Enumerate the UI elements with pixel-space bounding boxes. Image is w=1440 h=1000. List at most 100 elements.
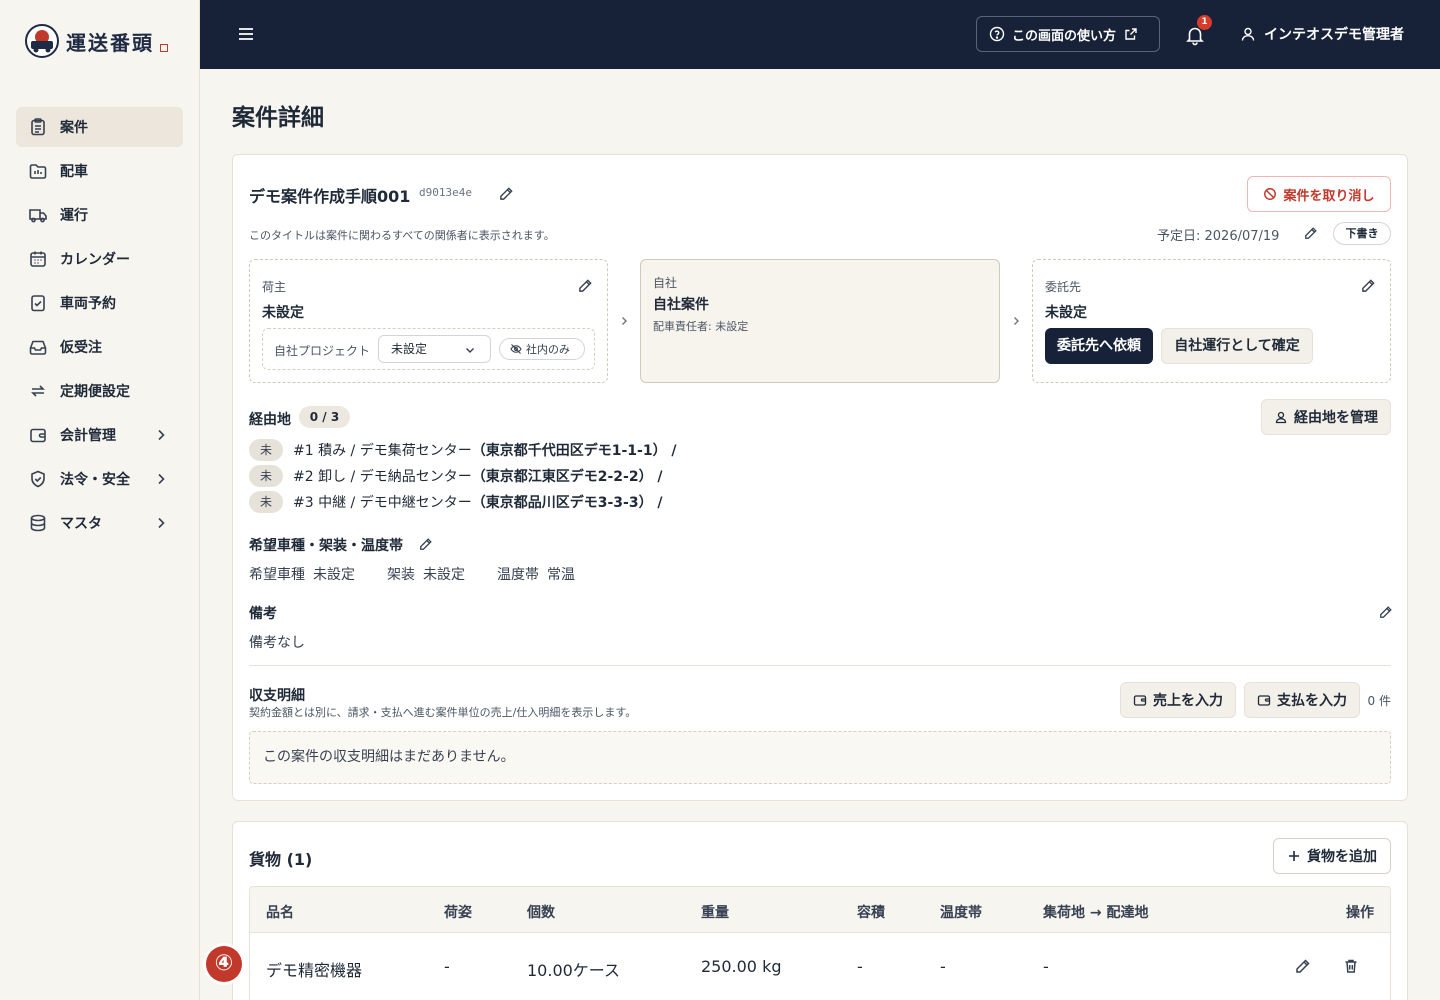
sidebar-item-dispatch[interactable]: 配車 [16,151,183,191]
cancel-case-label: 案件を取り消し [1283,188,1375,204]
vehicle-type-value: 未設定 [313,567,355,583]
sidebar-item-label: マスタ [60,516,102,532]
via-stop[interactable]: 未 #1 積み / デモ集荷センター （東京都千代田区デモ1-1-1） / [249,439,677,461]
user-menu[interactable]: インテオスデモ管理者 [1240,24,1404,44]
manage-via-label: 経由地を管理 [1294,410,1378,426]
sidebar-item-label: 定期便設定 [60,384,130,400]
scheduled-date: 予定日: 2026/07/19 [1157,229,1280,244]
cargo-weight: 250.00 kg [701,957,782,976]
pencil-icon[interactable] [1304,226,1318,240]
pencil-icon[interactable] [1295,958,1311,974]
column-header: 操作 [1346,905,1374,921]
manage-via-button[interactable]: 経由地を管理 [1261,399,1391,435]
cargo-route: - [1043,957,1049,976]
stop-text: #3 中継 / デモ中継センター [293,495,472,511]
chevron-right-icon [622,317,627,325]
shipper-value: 未設定 [262,305,304,321]
status-badge: 下書き [1333,222,1391,245]
case-id: d9013e4e [419,186,472,199]
sidebar-item-label: 法令・安全 [60,472,130,488]
wallet-icon [1257,695,1271,706]
shield-check-icon [31,470,45,488]
temperature-value: 常温 [547,567,575,583]
step-marker: ④ [206,946,242,982]
cancel-case-button[interactable]: 案件を取り消し [1247,176,1391,212]
stop-status-badge: 未 [249,465,283,487]
wallet-icon [1133,695,1147,706]
user-icon [1241,27,1255,41]
stop-text: #2 卸し / デモ納品センター [293,469,472,485]
enter-payment-button[interactable]: 支払を入力 [1244,682,1360,718]
finance-count: 0 件 [1367,694,1391,708]
column-header: 容積 [857,905,885,921]
wallet-icon [30,428,46,443]
location-user-icon [1275,411,1287,424]
app-logo[interactable]: 運送番頭 [24,22,168,60]
sidebar-item-operation[interactable]: 運行 [16,195,183,235]
hamburger-menu-icon[interactable] [236,24,256,44]
finance-title: 収支明細 [249,688,305,704]
cargo-volume: - [857,957,863,976]
cargo-table: 品名 荷姿 個数 重量 容積 温度帯 集荷地 → 配達地 操作 デモ精密機器 -… [249,886,1391,1000]
chevron-right-icon [158,473,165,485]
truck-icon [29,209,47,223]
sidebar-item-compliance[interactable]: 法令・安全 [16,459,183,499]
column-header: 荷姿 [444,905,472,921]
column-header: 個数 [527,905,555,921]
pencil-icon[interactable] [1379,605,1393,619]
own-label: 自社 [653,276,678,290]
sidebar-nav: 案件 配車 運行 カレンダー 車両予約 仮受注 定期便設定 会計管理 法令・安全… [16,107,183,547]
eye-off-icon [510,344,522,354]
table-header: 品名 荷姿 個数 重量 容積 温度帯 集荷地 → 配達地 操作 [250,887,1390,933]
confirm-self-operation-button[interactable]: 自社運行として確定 [1161,328,1313,364]
sidebar-item-accounting[interactable]: 会計管理 [16,415,183,455]
help-button[interactable]: この画面の使い方 [976,16,1160,52]
via-stop[interactable]: 未 #2 卸し / デモ納品センター （東京都江東区デモ2-2-2） / [249,465,663,487]
divider [249,665,1391,666]
inbox-icon [29,340,47,355]
vehicle-specs: 希望車種 未設定 架装 未設定 温度帯 常温 [249,564,575,584]
enter-sales-button[interactable]: 売上を入力 [1120,682,1236,718]
column-header: 重量 [701,905,729,921]
pencil-icon[interactable] [1361,278,1376,293]
internal-only-label: 社内のみ [526,343,570,356]
temperature-key: 温度帯 [497,567,539,583]
shipper-label: 荷主 [262,280,287,294]
notes-title: 備考 [249,606,277,622]
project-select[interactable]: 未設定 [378,335,491,363]
pencil-icon[interactable] [578,278,593,293]
cargo-temperature: - [940,957,946,976]
sidebar-item-cases[interactable]: 案件 [16,107,183,147]
vehicle-title: 希望車種・架装・温度帯 [249,538,403,554]
sidebar-item-vehicle-reservation[interactable]: 車両予約 [16,283,183,323]
column-header: 集荷地 → 配達地 [1043,905,1149,921]
folder-icon [29,164,47,179]
sidebar-item-tentative-orders[interactable]: 仮受注 [16,327,183,367]
enter-payment-label: 支払を入力 [1277,693,1347,709]
add-cargo-button[interactable]: 貨物を追加 [1273,838,1391,874]
sidebar-item-master[interactable]: マスタ [16,503,183,543]
pencil-icon[interactable] [419,537,433,551]
stop-address: （東京都品川区デモ3-3-3） / [471,495,663,511]
sidebar-item-recurring[interactable]: 定期便設定 [16,371,183,411]
calendar-icon [30,251,46,267]
page-title: 案件詳細 [232,105,324,131]
via-title: 経由地 [249,412,291,428]
sidebar-item-label: 案件 [60,120,88,136]
finance-subtitle: 契約金額とは別に、請求・支払へ進む案件単位の売上/仕入明細を表示します。 [249,706,637,719]
own-company-panel: 自社 自社案件 配車責任者: 未設定 [640,259,1000,383]
cargo-card: 貨物 (1) 貨物を追加 品名 荷姿 個数 重量 容積 温度帯 集荷地 → 配達… [232,821,1408,1000]
via-stop[interactable]: 未 #3 中継 / デモ中継センター （東京都品川区デモ3-3-3） / [249,491,663,513]
contractor-label: 委託先 [1045,280,1082,294]
pencil-icon[interactable] [499,186,514,201]
trash-icon[interactable] [1343,958,1359,974]
notification-badge: 1 [1197,15,1212,30]
project-label: 自社プロジェクト [274,344,371,358]
dispatch-manager: 配車責任者: 未設定 [653,320,749,333]
request-contractor-button[interactable]: 委託先へ依頼 [1045,328,1153,364]
sidebar-item-calendar[interactable]: カレンダー [16,239,183,279]
stop-address: （東京都千代田区デモ1-1-1） / [471,443,677,459]
database-icon [30,514,46,532]
chevron-right-icon [1014,317,1019,325]
clipboard-icon [31,118,45,136]
